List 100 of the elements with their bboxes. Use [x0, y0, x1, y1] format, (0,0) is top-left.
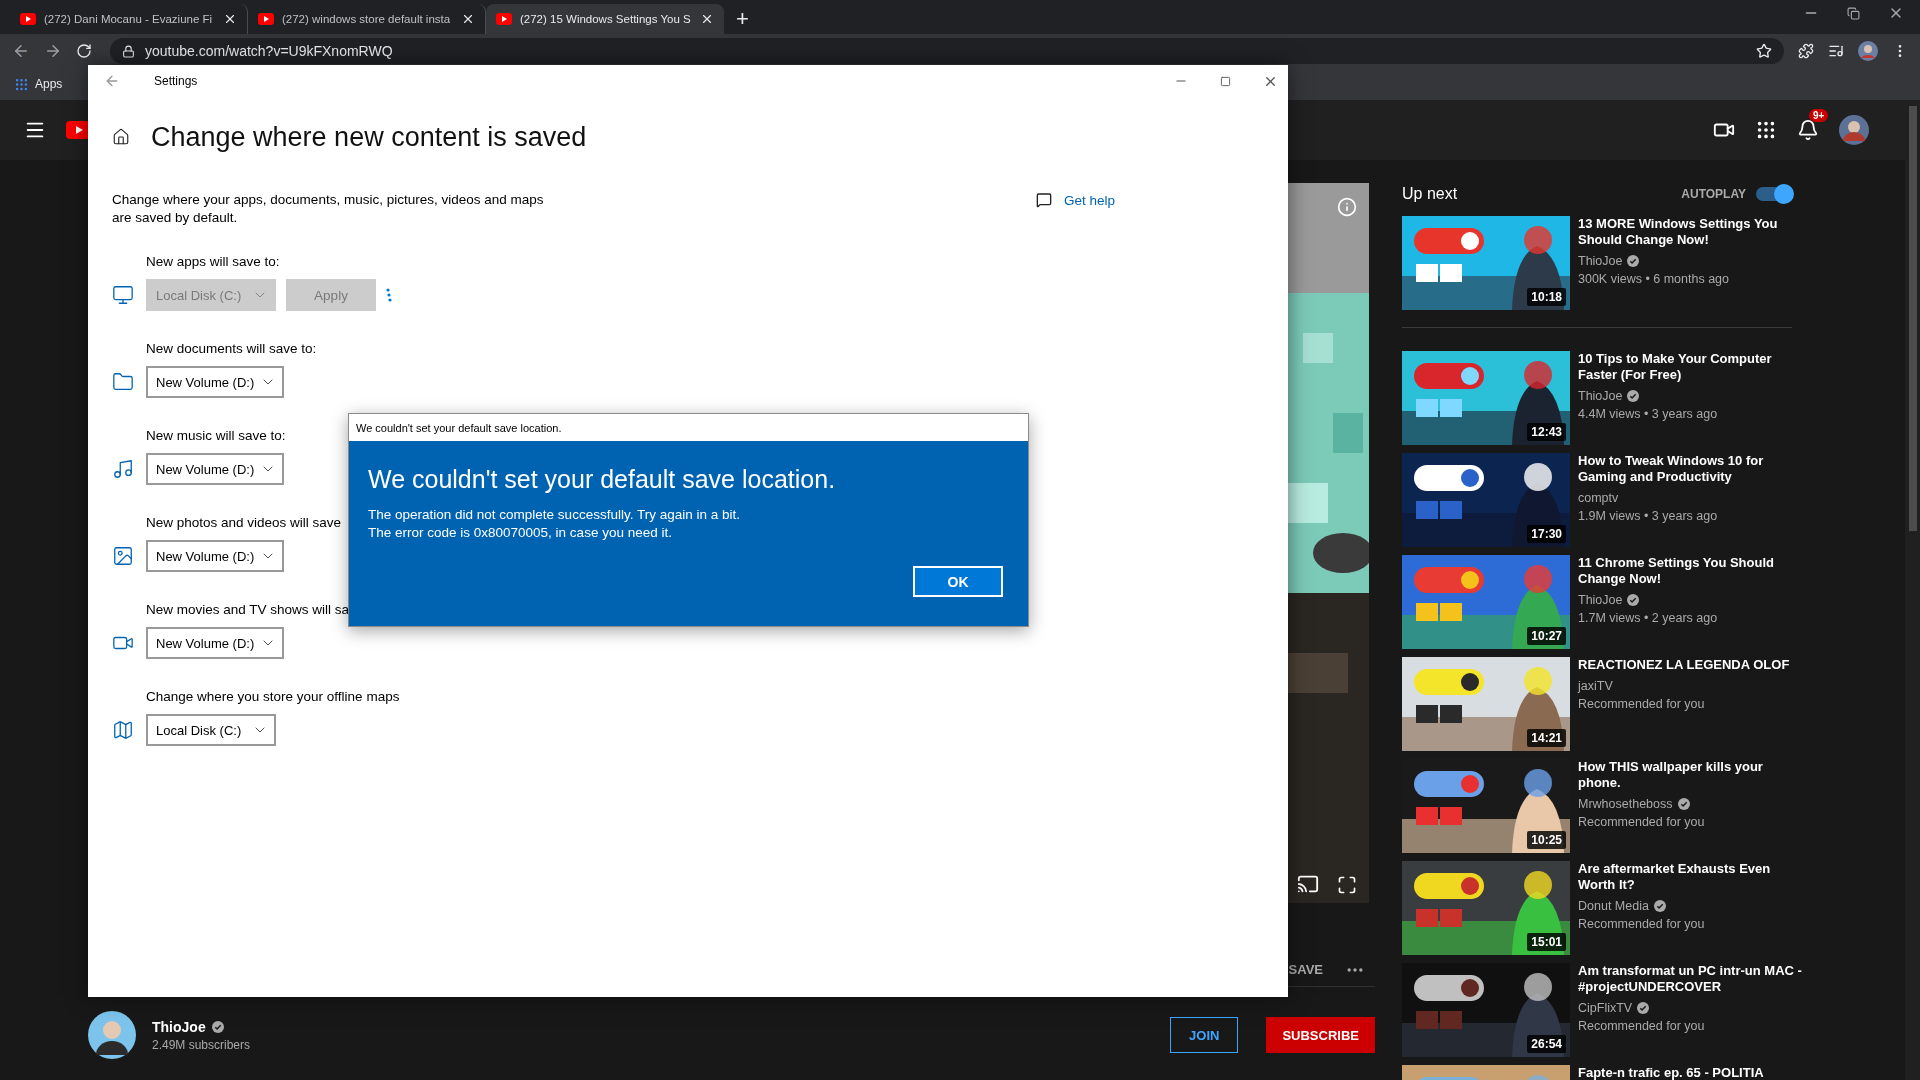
- channel-name[interactable]: ThioJoe: [152, 1018, 206, 1035]
- page-heading: Change where new content is saved: [151, 121, 587, 153]
- video-duration: 10:25: [1527, 831, 1566, 849]
- apps-grid-icon[interactable]: [1755, 119, 1777, 141]
- video-title[interactable]: 10 Tips to Make Your Computer Faster (For Free): [1578, 351, 1806, 383]
- avatar-icon[interactable]: [1839, 115, 1869, 145]
- music-note-icon: [112, 458, 134, 480]
- video-title[interactable]: 13 MORE Windows Settings You Should Change Now!: [1578, 216, 1806, 248]
- back-icon[interactable]: [104, 73, 120, 89]
- video-meta: 4.4M views • 3 years ago: [1578, 407, 1719, 421]
- notifications-icon[interactable]: [1797, 119, 1819, 141]
- setting-label: New movies and TV shows will sa: [146, 601, 350, 619]
- video-meta: Recommended for you: [1578, 1019, 1706, 1033]
- video-title[interactable]: Am transformat un PC intr-un MAC - #projectUNDERCOVER: [1578, 963, 1806, 995]
- video-site-icon: [258, 13, 274, 25]
- get-help-link[interactable]: Get help: [1036, 191, 1116, 209]
- drive-dropdown[interactable]: New Volume (D:): [146, 540, 285, 572]
- setting-label: New apps will save to:: [146, 253, 280, 271]
- notification-badge: 9+: [1809, 109, 1829, 122]
- join-button[interactable]: JOIN: [1170, 1017, 1239, 1053]
- setting-label: New music will save to:: [146, 427, 286, 445]
- scrollbar-thumb[interactable]: [1908, 106, 1917, 531]
- address-field[interactable]: youtube.com/watch?v=U9kFXnomRWQ: [110, 38, 1784, 64]
- channel-avatar[interactable]: [88, 1011, 136, 1059]
- dialog-message: The operation did not complete successfully. Try again in a bit.: [368, 506, 741, 524]
- setting-label: New documents will save to:: [146, 340, 317, 358]
- channel-name[interactable]: CipFlixTV: [1578, 1001, 1633, 1015]
- video-site-icon: [496, 13, 512, 25]
- channel-name[interactable]: ThioJoe: [1578, 254, 1623, 268]
- browser-tab[interactable]: (272) 15 Windows Settings You S: [486, 4, 724, 34]
- video-duration: 26:54: [1527, 1035, 1566, 1053]
- autoplay-label: AUTOPLAY: [1681, 187, 1746, 201]
- video-meta: 1.7M views • 2 years ago: [1578, 611, 1719, 625]
- maximize-icon[interactable]: [1220, 75, 1231, 87]
- verified-icon: [1677, 798, 1690, 810]
- drive-dropdown[interactable]: Local Disk (C:): [146, 714, 276, 746]
- drive-dropdown[interactable]: New Volume (D:): [146, 627, 285, 659]
- channel-name[interactable]: jaxiTV: [1578, 679, 1613, 693]
- verified-icon: [211, 1020, 224, 1033]
- puzzle-icon[interactable]: [1798, 43, 1814, 59]
- channel-name[interactable]: ThioJoe: [1578, 389, 1623, 403]
- ok-button[interactable]: OK: [913, 566, 1003, 597]
- monitor-icon: [112, 284, 134, 306]
- star-icon[interactable]: [1756, 43, 1772, 59]
- video-title[interactable]: Are aftermarket Exhausts Even Worth It?: [1578, 861, 1806, 893]
- video-title[interactable]: Fapte-n trafic ep. 65 - POLITIA: [1578, 1065, 1806, 1080]
- dialog-heading: We couldn't set your default save location.: [368, 465, 837, 494]
- video-meta: Recommended for you: [1578, 815, 1706, 829]
- verified-icon: [1627, 255, 1640, 267]
- channel-name[interactable]: Donut Media: [1578, 899, 1649, 913]
- cast-icon[interactable]: [1297, 873, 1319, 895]
- verified-icon: [1637, 1002, 1650, 1014]
- close-icon[interactable]: [700, 12, 714, 26]
- close-icon[interactable]: [223, 12, 237, 26]
- video-site-icon: [20, 13, 36, 25]
- folder-icon: [112, 371, 134, 393]
- channel-name[interactable]: ThioJoe: [1578, 593, 1623, 607]
- video-duration: 10:27: [1527, 627, 1566, 645]
- video-meta: 1.9M views • 3 years ago: [1578, 509, 1719, 523]
- channel-name[interactable]: comptv: [1578, 491, 1619, 505]
- video-duration: 17:30: [1527, 525, 1566, 543]
- channel-name[interactable]: Mrwhosetheboss: [1578, 797, 1673, 811]
- setting-label: New photos and videos will save: [146, 514, 342, 532]
- video-title[interactable]: REACTIONEZ LA LEGENDA OLOF: [1578, 657, 1806, 673]
- verified-icon: [1653, 900, 1666, 912]
- drive-dropdown[interactable]: New Volume (D:): [146, 366, 285, 398]
- video-title[interactable]: How THIS wallpaper kills your phone.: [1578, 759, 1806, 791]
- video-title[interactable]: How to Tweak Windows 10 for Gaming and Productivity: [1578, 453, 1806, 485]
- back-icon[interactable]: [12, 42, 30, 60]
- close-icon[interactable]: [461, 12, 475, 26]
- info-icon[interactable]: [1337, 197, 1357, 217]
- verified-icon: [1627, 390, 1640, 402]
- reload-icon[interactable]: [76, 43, 92, 59]
- video-duration: 14:21: [1527, 729, 1566, 747]
- fullscreen-icon[interactable]: [1337, 875, 1357, 895]
- window-title: Settings: [153, 74, 199, 88]
- video-duration: 15:01: [1527, 933, 1566, 951]
- avatar-icon[interactable]: [1858, 41, 1878, 61]
- bookmark-link[interactable]: Apps: [35, 77, 63, 91]
- save-button[interactable]: SAVE: [1288, 962, 1323, 977]
- autoplay-toggle[interactable]: [1756, 187, 1792, 201]
- video-duration: 10:18: [1527, 288, 1566, 306]
- subscribe-button[interactable]: SUBSCRIBE: [1266, 1017, 1375, 1053]
- video-meta: Recommended for you: [1578, 917, 1706, 931]
- lock-icon: [122, 44, 135, 58]
- drive-dropdown[interactable]: New Volume (D:): [146, 453, 285, 485]
- video-meta: 300K views • 6 months ago: [1578, 272, 1730, 286]
- dialog-message: The error code is 0x80070005, in case you need it.: [368, 524, 673, 542]
- dialog-title: We couldn't set your default save location.: [349, 414, 1028, 441]
- video-title[interactable]: 11 Chrome Settings You Should Change Now!: [1578, 555, 1806, 587]
- restore-icon[interactable]: [1847, 6, 1860, 20]
- home-icon[interactable]: [112, 128, 130, 146]
- map-icon: [112, 719, 134, 741]
- media-list-icon[interactable]: [1828, 43, 1844, 59]
- image-icon: [112, 545, 134, 567]
- video-duration: 12:43: [1527, 423, 1566, 441]
- new-tab-button[interactable]: +: [724, 4, 761, 34]
- description: Change where your apps, documents, music, pictures, videos and maps are saved by default.: [112, 191, 545, 227]
- video-meta: Recommended for you: [1578, 697, 1706, 711]
- forward-icon[interactable]: [44, 42, 62, 60]
